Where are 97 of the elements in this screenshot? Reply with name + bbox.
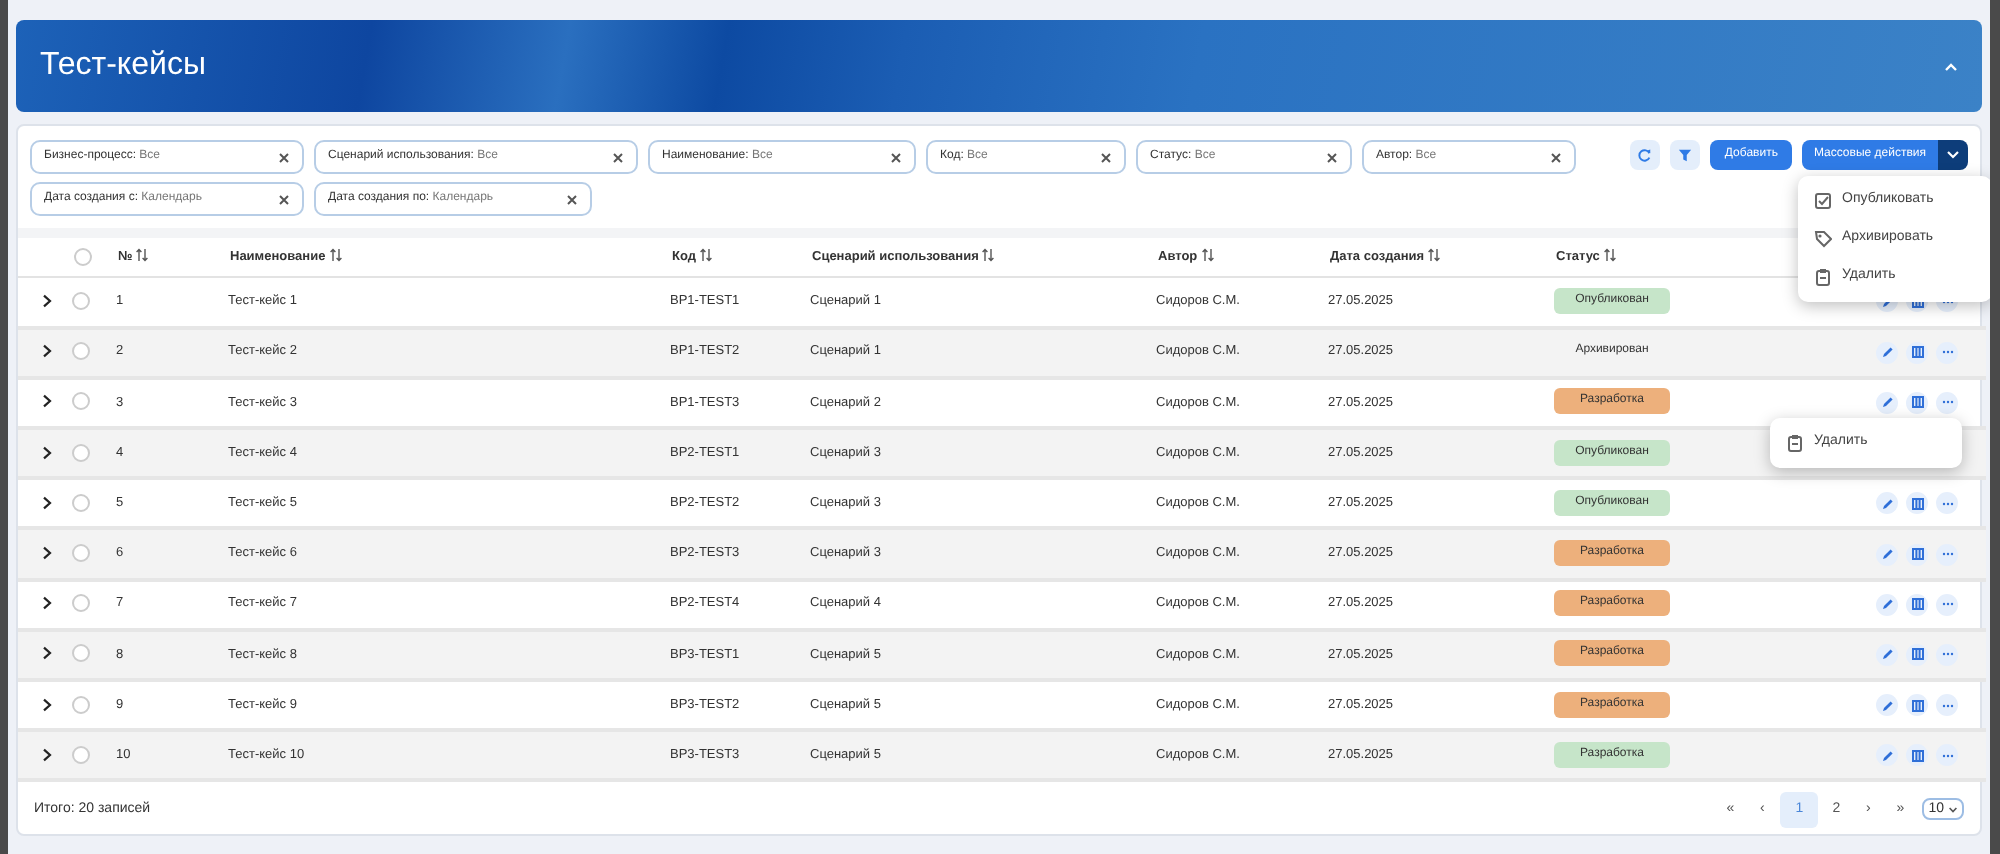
columns-icon [1911,648,1923,661]
expand-icon[interactable] [42,697,52,711]
filter-icon [1678,148,1693,162]
checkbox[interactable] [72,544,90,563]
ellipsis-icon [1941,652,1953,657]
refresh-button[interactable] [1630,140,1661,170]
sort-icon[interactable] [329,248,342,263]
edit-button[interactable] [1876,694,1898,717]
pencil-icon [1881,497,1893,510]
columns-icon [1911,396,1923,409]
close-icon[interactable] [1326,151,1338,163]
edit-button[interactable] [1876,341,1898,364]
filter-button[interactable] [1670,140,1701,170]
ellipsis-icon [1941,350,1953,355]
expand-icon[interactable] [42,545,52,560]
sort-icon[interactable] [1201,248,1214,263]
pencil-icon [1881,346,1893,359]
expand-icon[interactable] [42,445,52,460]
checkbox[interactable] [72,443,90,462]
pencil-icon [1881,699,1893,712]
columns-button[interactable] [1906,492,1928,515]
checkbox[interactable] [72,291,90,310]
columns-button[interactable] [1906,694,1928,717]
more-button[interactable] [1936,694,1958,717]
edit-button[interactable] [1876,744,1898,767]
expand-icon[interactable] [42,596,52,611]
checkbox[interactable] [74,247,92,266]
refresh-icon [1638,148,1653,162]
edit-button[interactable] [1876,543,1898,566]
more-button[interactable] [1936,391,1958,414]
expand-icon[interactable] [42,747,52,762]
expand-icon[interactable] [42,293,52,308]
sort-icon[interactable] [136,248,149,263]
clipboard-icon [1786,434,1804,453]
tag-icon [1814,230,1832,248]
edit-button[interactable] [1876,643,1898,666]
checkbox[interactable] [72,745,90,764]
edit-button[interactable] [1876,391,1898,414]
close-icon[interactable] [1550,151,1562,163]
pencil-icon [1881,548,1893,561]
more-button[interactable] [1936,543,1958,566]
expand-icon[interactable] [42,646,52,661]
checkbox[interactable] [72,594,90,613]
columns-button[interactable] [1906,543,1928,566]
ellipsis-icon [1941,703,1953,708]
expand-icon[interactable] [42,394,52,409]
edit-button[interactable] [1876,593,1898,616]
ellipsis-icon [1941,602,1953,607]
close-icon[interactable] [1100,151,1112,163]
pencil-icon [1881,749,1893,762]
close-icon[interactable] [890,151,902,163]
checkbox[interactable] [72,392,90,411]
expand-icon[interactable] [42,344,52,359]
ellipsis-icon [1941,552,1953,557]
more-button[interactable] [1936,744,1958,767]
columns-icon [1911,497,1923,510]
expand-icon[interactable] [42,495,52,510]
columns-button[interactable] [1906,593,1928,616]
close-icon[interactable] [278,151,290,163]
sort-icon[interactable] [1428,248,1441,263]
ellipsis-icon [1941,753,1953,758]
columns-button[interactable] [1906,391,1928,414]
collapse-icon[interactable] [1944,61,1958,71]
checkbox[interactable] [72,695,90,714]
pencil-icon [1881,648,1893,661]
columns-icon [1911,699,1923,712]
sort-icon[interactable] [699,248,712,263]
more-button[interactable] [1936,593,1958,616]
checkbox-icon [1814,192,1832,210]
more-button[interactable] [1936,492,1958,515]
close-icon[interactable] [612,151,624,163]
checkbox[interactable] [72,493,90,512]
clipboard-icon [1814,268,1832,286]
ellipsis-icon [1941,501,1953,506]
columns-button[interactable] [1906,341,1928,364]
pencil-icon [1881,598,1893,611]
columns-button[interactable] [1906,744,1928,767]
checkbox[interactable] [72,342,90,361]
more-button[interactable] [1936,643,1958,666]
caret-icon [1946,150,1960,160]
columns-icon [1911,548,1923,561]
edit-button[interactable] [1876,492,1898,515]
more-button[interactable] [1936,341,1958,364]
caret-icon [1948,805,1958,814]
sort-icon[interactable] [1603,248,1616,263]
sort-icon[interactable] [982,248,995,263]
columns-icon [1911,346,1923,359]
checkbox[interactable] [72,644,90,663]
dropdown-toggle-button[interactable] [1938,140,1968,170]
close-icon[interactable] [278,193,290,205]
ellipsis-icon [1941,400,1953,405]
page-title: Тест-кейсы [40,46,206,86]
columns-icon [1911,598,1923,611]
close-icon[interactable] [566,193,578,205]
columns-button[interactable] [1906,643,1928,666]
columns-icon [1911,749,1923,762]
pencil-icon [1881,396,1893,409]
